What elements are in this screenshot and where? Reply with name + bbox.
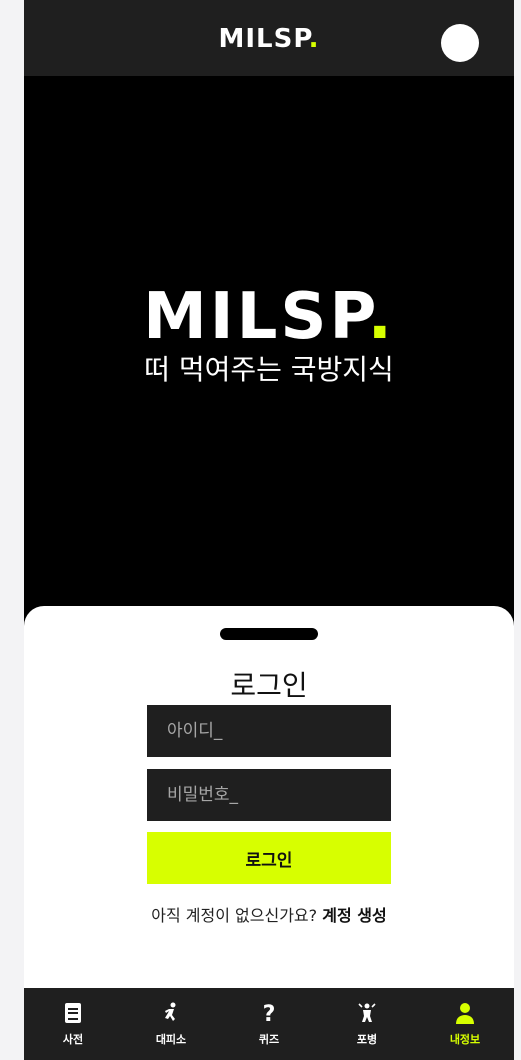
hero-logo-dot: . bbox=[367, 280, 395, 354]
nav-label-artillery: 포병 bbox=[356, 1033, 378, 1046]
hero-logo-text: MILSP bbox=[143, 280, 368, 354]
create-account-link[interactable]: 계정 생성 bbox=[322, 906, 386, 925]
no-account-text: 아직 계정이 없으신가요? bbox=[151, 906, 318, 925]
nav-label-shelter: 대피소 bbox=[155, 1033, 187, 1046]
nav-item-artillery[interactable]: 포병 bbox=[318, 988, 416, 1060]
user-icon bbox=[456, 1003, 474, 1024]
nav-item-shelter[interactable]: 대피소 bbox=[122, 988, 220, 1060]
login-title: 로그인 bbox=[230, 669, 308, 702]
password-input[interactable] bbox=[147, 769, 391, 821]
profile-avatar-button[interactable] bbox=[441, 24, 479, 62]
nav-item-my-info[interactable]: 내정보 bbox=[416, 988, 514, 1060]
id-input[interactable] bbox=[147, 705, 391, 757]
nav-label-my-info: 내정보 bbox=[449, 1033, 481, 1046]
book-icon bbox=[65, 1003, 81, 1023]
soldier-icon bbox=[358, 1003, 376, 1022]
hero-logo: MILSP. bbox=[24, 280, 514, 354]
nav-item-quiz[interactable]: ? 퀴즈 bbox=[220, 988, 318, 1060]
top-bar: MILSP. bbox=[24, 0, 514, 76]
nav-item-dictionary[interactable]: 사전 bbox=[24, 988, 122, 1060]
app-frame: MILSP. MILSP. 떠 먹여주는 국방지식 로그인 로그인 아직 계정이… bbox=[24, 0, 514, 1060]
login-sheet: 로그인 로그인 아직 계정이 없으신가요? 계정 생성 bbox=[24, 606, 514, 988]
header-logo-text: MILSP bbox=[218, 24, 309, 54]
sheet-drag-handle[interactable] bbox=[220, 628, 318, 640]
running-person-icon bbox=[165, 1002, 176, 1021]
signup-prompt: 아직 계정이 없으신가요? 계정 생성 bbox=[24, 902, 514, 926]
nav-label-dictionary: 사전 bbox=[62, 1033, 84, 1046]
svg-text:?: ? bbox=[263, 1002, 276, 1025]
header-logo-dot: . bbox=[308, 24, 320, 54]
question-mark-icon: ? bbox=[263, 1002, 276, 1025]
login-button[interactable]: 로그인 bbox=[147, 832, 391, 884]
bottom-nav: 사전 대피소 ? 퀴즈 포병 내정보 bbox=[24, 988, 514, 1060]
nav-label-quiz: 퀴즈 bbox=[258, 1033, 280, 1046]
hero-tagline: 떠 먹여주는 국방지식 bbox=[144, 353, 394, 386]
